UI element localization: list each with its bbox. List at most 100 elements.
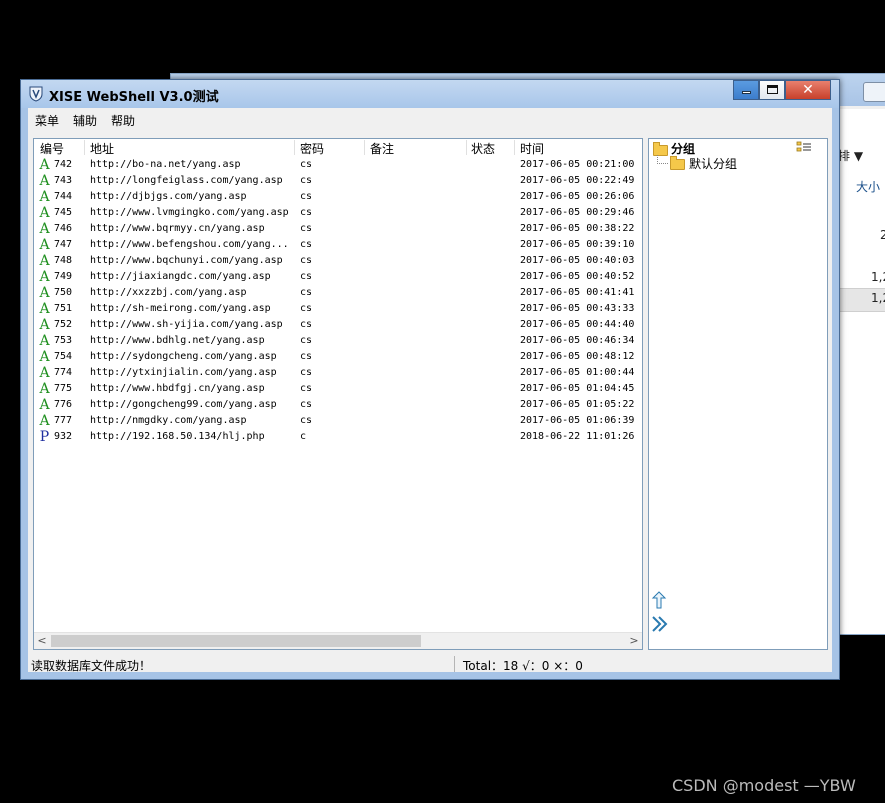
table-row[interactable]: A 774 http://ytxinjialin.com/yang.asp cs 201…	[34, 365, 642, 381]
column-status[interactable]: 状态	[471, 140, 495, 157]
list-options-icon[interactable]	[796, 141, 812, 153]
cell-time: 2017-06-05 01:05:22	[520, 399, 635, 410]
window-title: XISE WebShell V3.0测试	[49, 90, 219, 105]
menu-bar: 菜单 辅助 帮助	[28, 108, 832, 132]
table-row[interactable]: A 777 http://nmgdky.com/yang.asp cs 2017-06-…	[34, 413, 642, 429]
cell-pwd: cs	[300, 255, 313, 266]
cell-id: 749	[54, 271, 73, 282]
asp-type-icon: A	[39, 317, 50, 333]
table-row[interactable]: A 752 http://www.sh-yijia.com/yang.asp cs 20…	[34, 317, 642, 333]
cell-pwd: cs	[300, 399, 313, 410]
column-separator[interactable]	[466, 140, 467, 155]
table-row[interactable]: A 748 http://www.bqchunyi.com/yang.asp cs 20…	[34, 253, 642, 269]
cell-time: 2017-06-05 00:38:22	[520, 223, 635, 234]
background-toolbar-sort[interactable]: 排 ▼	[838, 147, 863, 164]
cell-time: 2017-06-05 00:26:06	[520, 191, 635, 202]
asp-type-icon: A	[39, 157, 50, 173]
expand-double-arrow-icon[interactable]	[651, 615, 669, 633]
cell-id: 777	[54, 415, 73, 426]
table-row[interactable]: A 754 http://sydongcheng.com/yang.asp cs 201…	[34, 349, 642, 365]
table-row[interactable]: A 745 http://www.lvmgingko.com/yang.asp cs 2…	[34, 205, 642, 221]
cell-time: 2017-06-05 00:44:40	[520, 319, 635, 330]
asp-type-icon: A	[39, 205, 50, 221]
cell-url: http://ytxinjialin.com/yang.asp	[90, 367, 277, 378]
cell-id: 742	[54, 159, 73, 170]
cell-time: 2017-06-05 00:41:41	[520, 287, 635, 298]
menu-help[interactable]: 帮助	[111, 112, 135, 129]
status-separator	[454, 656, 455, 672]
column-time[interactable]: 时间	[520, 140, 544, 157]
table-row[interactable]: A 749 http://jiaxiangdc.com/yang.asp cs 2017…	[34, 269, 642, 285]
table-row[interactable]: P 932 http://192.168.50.134/hlj.php c 2018-0…	[34, 429, 642, 445]
cell-pwd: cs	[300, 351, 313, 362]
app-shield-icon	[29, 86, 43, 102]
scroll-left-icon[interactable]: <	[34, 633, 50, 649]
cell-time: 2017-06-05 00:29:46	[520, 207, 635, 218]
cell-id: 751	[54, 303, 73, 314]
cell-time: 2017-06-05 01:06:39	[520, 415, 635, 426]
table-row[interactable]: A 746 http://www.bqrmyy.cn/yang.asp cs 2017-…	[34, 221, 642, 237]
asp-type-icon: A	[39, 381, 50, 397]
table-row[interactable]: A 775 http://www.hbdfgj.cn/yang.asp cs 2017-…	[34, 381, 642, 397]
menu-main[interactable]: 菜单	[35, 112, 59, 129]
cell-time: 2017-06-05 01:00:44	[520, 367, 635, 378]
asp-type-icon: A	[39, 189, 50, 205]
asp-type-icon: A	[39, 285, 50, 301]
menu-assist[interactable]: 辅助	[73, 112, 97, 129]
table-row[interactable]: A 744 http://djbjgs.com/yang.asp cs 2017-06-…	[34, 189, 642, 205]
table-row[interactable]: A 751 http://sh-meirong.com/yang.asp cs 2017…	[34, 301, 642, 317]
column-url[interactable]: 地址	[90, 140, 114, 157]
cell-pwd: cs	[300, 415, 313, 426]
cell-id: 752	[54, 319, 73, 330]
move-up-icon[interactable]	[651, 591, 667, 609]
column-id[interactable]: 编号	[40, 140, 64, 157]
column-separator[interactable]	[514, 140, 515, 155]
cell-pwd: cs	[300, 287, 313, 298]
cell-id: 743	[54, 175, 73, 186]
cell-time: 2017-06-05 00:22:49	[520, 175, 635, 186]
column-separator[interactable]	[364, 140, 365, 155]
watermark: CSDN @modest —YBW	[672, 776, 856, 795]
cell-url: http://xxzzbj.com/yang.asp	[90, 287, 247, 298]
horizontal-scrollbar[interactable]: < >	[34, 632, 642, 649]
cell-time: 2017-06-05 00:43:33	[520, 303, 635, 314]
table-row[interactable]: A 747 http://www.befengshou.com/yang... cs 2…	[34, 237, 642, 253]
cell-pwd: c	[300, 431, 307, 442]
default-group-item[interactable]: 默认分组	[689, 155, 737, 172]
asp-type-icon: A	[39, 397, 50, 413]
cell-id: 775	[54, 383, 73, 394]
title-bar[interactable]: XISE WebShell V3.0测试 ✕	[21, 80, 839, 108]
scrollbar-thumb[interactable]	[51, 635, 421, 647]
table-row[interactable]: A 743 http://longfeiglass.com/yang.asp cs 20…	[34, 173, 642, 189]
cell-pwd: cs	[300, 367, 313, 378]
cell-url: http://www.sh-yijia.com/yang.asp	[90, 319, 283, 330]
background-size-header[interactable]: 大小	[856, 178, 880, 195]
background-size-value-1: 2	[880, 228, 885, 242]
php-type-icon: P	[39, 429, 50, 445]
column-password[interactable]: 密码	[300, 140, 324, 157]
column-note[interactable]: 备注	[370, 140, 394, 157]
background-restore-button[interactable]	[863, 82, 885, 102]
asp-type-icon: A	[39, 413, 50, 429]
window-client: 菜单 辅助 帮助 编号 地址 密码 备注 状态 时间 A 742 http://bo…	[28, 108, 832, 673]
cell-url: http://sydongcheng.com/yang.asp	[90, 351, 277, 362]
column-separator[interactable]	[84, 140, 85, 155]
maximize-button[interactable]	[759, 80, 785, 100]
table-row[interactable]: A 776 http://gongcheng99.com/yang.asp cs 201…	[34, 397, 642, 413]
table-row[interactable]: A 753 http://www.bdhlg.net/yang.asp cs 2017-…	[34, 333, 642, 349]
cell-pwd: cs	[300, 271, 313, 282]
column-separator[interactable]	[294, 140, 295, 155]
asp-type-icon: A	[39, 253, 50, 269]
cell-id: 753	[54, 335, 73, 346]
cell-url: http://sh-meirong.com/yang.asp	[90, 303, 271, 314]
table-row[interactable]: A 750 http://xxzzbj.com/yang.asp cs 2017-06-…	[34, 285, 642, 301]
table-row[interactable]: A 742 http://bo-na.net/yang.asp cs 2017-06-0…	[34, 157, 642, 173]
cell-url: http://bo-na.net/yang.asp	[90, 159, 241, 170]
background-size-value-2: 1,2	[871, 270, 885, 284]
close-button[interactable]: ✕	[785, 80, 831, 100]
asp-type-icon: A	[39, 237, 50, 253]
cell-time: 2017-06-05 00:40:03	[520, 255, 635, 266]
scroll-right-icon[interactable]: >	[626, 633, 642, 649]
cell-id: 745	[54, 207, 73, 218]
minimize-button[interactable]	[733, 80, 759, 100]
